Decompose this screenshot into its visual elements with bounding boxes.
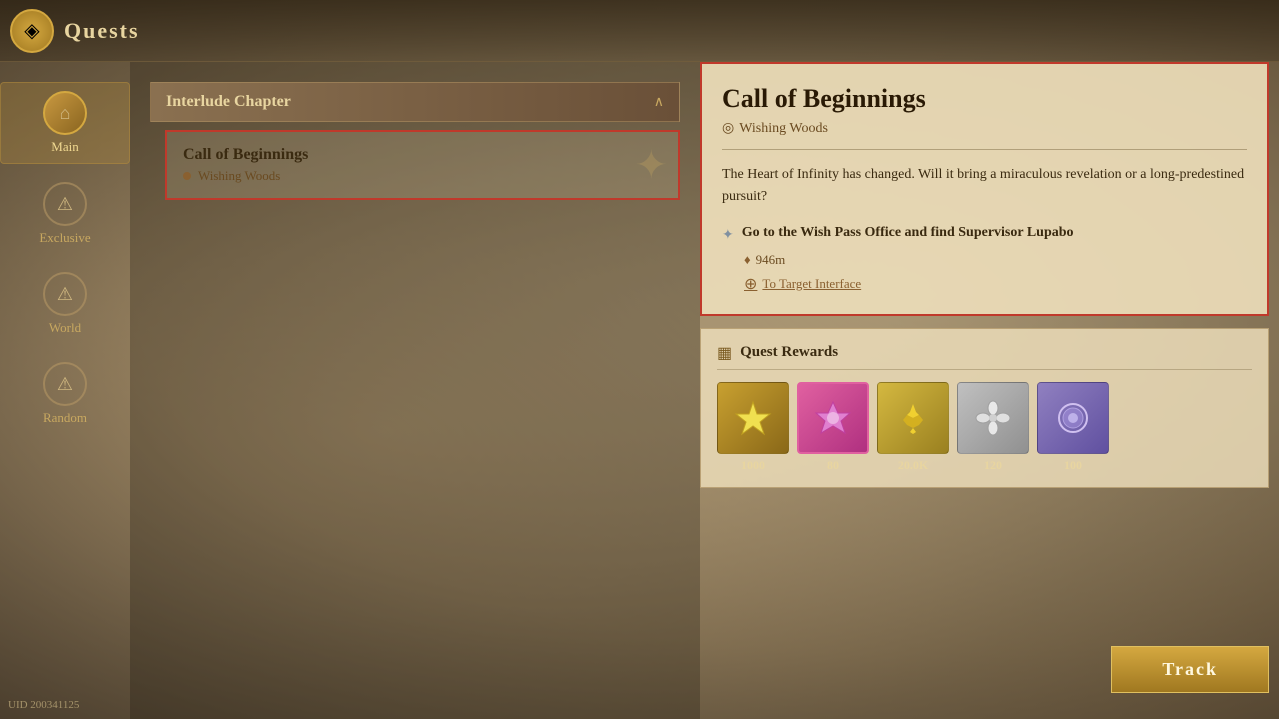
location-dot: [183, 172, 191, 180]
reward-icon-3: [893, 398, 933, 438]
detail-location-text: Wishing Woods: [739, 121, 828, 137]
sidebar-item-main-label: Main: [51, 139, 78, 155]
quest-item[interactable]: ✦ Call of Beginnings Wishing Woods: [165, 130, 680, 200]
uid-text: UID 200341125: [8, 699, 79, 711]
detail-quest-title: Call of Beginnings: [722, 84, 1247, 114]
reward-icon-5: [1053, 398, 1093, 438]
sidebar-item-main[interactable]: ⌂ Main: [0, 82, 130, 164]
rewards-section: ▦ Quest Rewards 1000: [700, 328, 1269, 488]
rewards-title: Quest Rewards: [740, 344, 838, 361]
sidebar-item-exclusive[interactable]: ⚠ Exclusive: [0, 174, 130, 254]
world-icon: ⚠: [43, 272, 87, 316]
detail-distance: ♦ 946m: [744, 252, 1247, 268]
reward-box-1: [717, 382, 789, 454]
reward-count-2: 80: [827, 458, 839, 473]
sidebar-item-world-label: World: [49, 320, 81, 336]
rewards-grid: 1000 80: [717, 382, 1252, 473]
chapter-header[interactable]: Interlude Chapter ∧: [150, 82, 680, 122]
quest-name: Call of Beginnings: [183, 146, 662, 164]
random-icon: ⚠: [43, 362, 87, 406]
detail-location-icon: ◎: [722, 120, 734, 137]
objective-text: Go to the Wish Pass Office and find Supe…: [742, 225, 1074, 241]
reward-box-4: [957, 382, 1029, 454]
reward-box-3: [877, 382, 949, 454]
detail-objective: ✦ Go to the Wish Pass Office and find Su…: [722, 225, 1247, 244]
detail-nav-link[interactable]: ⊕ To Target Interface: [744, 274, 1247, 294]
reward-item-3: 20.0K: [877, 382, 949, 473]
nav-link-text: To Target Interface: [762, 276, 861, 292]
sidebar-item-random-label: Random: [43, 410, 87, 426]
quest-location: Wishing Woods: [183, 168, 662, 184]
quest-list-panel: Interlude Chapter ∧ ✦ Call of Beginnings…: [130, 62, 700, 719]
quest-location-text: Wishing Woods: [198, 168, 280, 184]
sidebar-nav: ⌂ Main ⚠ Exclusive ⚠ World ⚠ Random: [0, 62, 130, 444]
detail-card: Call of Beginnings ◎ Wishing Woods The H…: [700, 62, 1269, 316]
sidebar-item-random[interactable]: ⚠ Random: [0, 354, 130, 434]
reward-item-1: 1000: [717, 382, 789, 473]
distance-value: 946m: [756, 252, 786, 268]
reward-icon-2: [812, 397, 854, 439]
sidebar-item-world[interactable]: ⚠ World: [0, 264, 130, 344]
chapter-title: Interlude Chapter: [166, 93, 291, 111]
exclusive-icon: ⚠: [43, 182, 87, 226]
sidebar-item-exclusive-label: Exclusive: [39, 230, 90, 246]
reward-icon-1: [733, 398, 773, 438]
header-title: Quests: [64, 18, 140, 44]
header-bar: ◈ Quests: [0, 0, 1279, 62]
detail-location: ◎ Wishing Woods: [722, 120, 1247, 137]
reward-count-3: 20.0K: [898, 458, 928, 473]
nav-link-icon: ⊕: [744, 274, 757, 294]
reward-item-5: 100: [1037, 382, 1109, 473]
chapter-arrow: ∧: [654, 94, 664, 111]
objective-icon: ✦: [722, 227, 734, 244]
reward-item-2: 80: [797, 382, 869, 473]
rewards-header: ▦ Quest Rewards: [717, 343, 1252, 370]
distance-dot: ♦: [744, 252, 751, 268]
detail-panel: Call of Beginnings ◎ Wishing Woods The H…: [700, 62, 1269, 709]
header-icon-glyph: ◈: [24, 18, 39, 43]
reward-box-5: [1037, 382, 1109, 454]
track-button[interactable]: Track: [1111, 646, 1269, 693]
reward-count-4: 120: [984, 458, 1002, 473]
detail-divider: [722, 149, 1247, 150]
reward-item-4: 120: [957, 382, 1029, 473]
main-icon: ⌂: [43, 91, 87, 135]
reward-count-5: 100: [1064, 458, 1082, 473]
rewards-icon: ▦: [717, 343, 732, 363]
reward-box-2: [797, 382, 869, 454]
reward-icon-4: [973, 398, 1013, 438]
header-icon: ◈: [10, 9, 54, 53]
reward-count-1: 1000: [741, 458, 765, 473]
detail-description: The Heart of Infinity has changed. Will …: [722, 164, 1247, 209]
